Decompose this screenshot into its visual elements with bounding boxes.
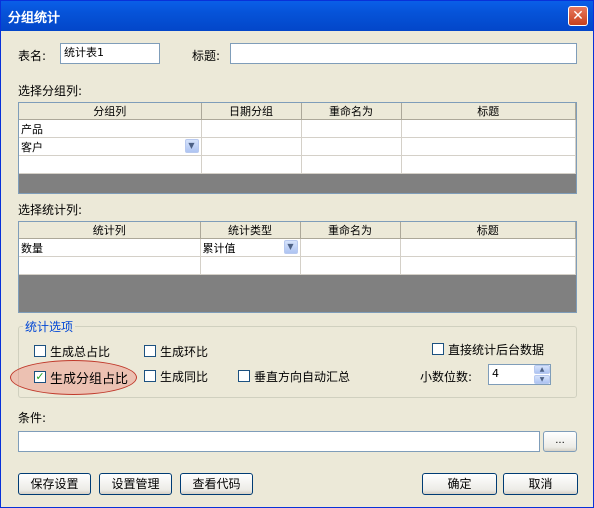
column-header[interactable]: 分组列 — [19, 103, 202, 120]
yoy-ratio-checkbox[interactable] — [144, 370, 156, 382]
grid-cell[interactable] — [400, 256, 576, 275]
column-header[interactable]: 标题 — [400, 222, 576, 239]
grid-cell[interactable]: 产品 — [19, 119, 202, 138]
condition-input[interactable] — [18, 431, 540, 452]
browse-button[interactable]: ... — [543, 431, 577, 452]
column-header[interactable]: 统计列 — [19, 222, 201, 239]
grid-cell[interactable] — [301, 137, 402, 156]
title-input[interactable] — [230, 43, 577, 64]
group-ratio-label[interactable]: 生成分组占比 — [50, 368, 128, 387]
grid-cell[interactable] — [201, 119, 302, 138]
vertical-summary-label[interactable]: 垂直方向自动汇总 — [254, 368, 350, 385]
column-header[interactable]: 日期分组 — [201, 103, 302, 120]
check-icon: ✓ — [35, 370, 45, 383]
window-title: 分组统计 — [8, 11, 61, 26]
grid-cell[interactable] — [200, 256, 301, 275]
grid-cell[interactable] — [401, 155, 576, 174]
group-stat-dialog: 分组统计 ✕ 表名: 统计表1 标题: 选择分组列: 分组列 日期分组 重命名为… — [0, 0, 594, 508]
grid-cell[interactable] — [301, 155, 402, 174]
spin-down-icon[interactable]: ▼ — [534, 375, 550, 384]
ok-button[interactable]: 确定 — [422, 473, 497, 495]
table-row[interactable]: 数量 累计值 ▼ — [19, 238, 576, 257]
ring-ratio-label[interactable]: 生成环比 — [160, 343, 208, 360]
grid-cell[interactable]: 客户 ▼ — [19, 137, 202, 156]
grid-cell[interactable] — [19, 155, 202, 174]
grid-cell[interactable] — [301, 119, 402, 138]
stat-grid: 统计列 统计类型 重命名为 标题 数量 累计值 ▼ — [18, 221, 577, 313]
title-bar[interactable]: 分组统计 ✕ — [1, 1, 593, 31]
column-header[interactable]: 重命名为 — [300, 222, 401, 239]
cell-value: 累计值 — [202, 241, 236, 255]
group-section-label: 选择分组列: — [18, 84, 83, 98]
ring-ratio-checkbox[interactable] — [144, 345, 156, 357]
total-ratio-label[interactable]: 生成总占比 — [50, 343, 110, 360]
chevron-down-icon[interactable]: ▼ — [283, 240, 298, 254]
table-row[interactable]: 客户 ▼ — [19, 137, 576, 156]
cell-value: 客户 — [21, 140, 43, 154]
title-label: 标题: — [192, 49, 221, 63]
grid-cell[interactable] — [401, 137, 576, 156]
grid-cell[interactable]: 累计值 ▼ — [200, 238, 301, 257]
direct-backend-checkbox[interactable] — [432, 343, 444, 355]
grid-cell[interactable]: 数量 — [19, 238, 201, 257]
spin-up-icon[interactable]: ▲ — [534, 365, 550, 374]
spin-buttons[interactable]: ▲ ▼ — [534, 365, 550, 384]
grid-cell[interactable] — [400, 238, 576, 257]
grid-cell[interactable] — [201, 137, 302, 156]
table-row[interactable] — [19, 155, 576, 174]
yoy-ratio-label[interactable]: 生成同比 — [160, 368, 208, 385]
column-header[interactable]: 重命名为 — [301, 103, 402, 120]
group-ratio-checkbox[interactable]: ✓ — [34, 371, 46, 383]
grid-cell[interactable] — [300, 238, 401, 257]
decimal-spinner[interactable]: 4 ▲ ▼ — [488, 364, 551, 385]
column-header[interactable]: 标题 — [401, 103, 576, 120]
close-icon: ✕ — [572, 8, 584, 24]
decimal-label: 小数位数: — [420, 370, 473, 384]
vertical-summary-checkbox[interactable] — [238, 370, 250, 382]
decimal-value: 4 — [492, 367, 499, 380]
direct-backend-label[interactable]: 直接统计后台数据 — [448, 341, 544, 358]
cancel-button[interactable]: 取消 — [503, 473, 578, 495]
group-grid: 分组列 日期分组 重命名为 标题 产品 客户 ▼ — [18, 102, 577, 194]
condition-label: 条件: — [18, 411, 47, 425]
total-ratio-checkbox[interactable] — [34, 345, 46, 357]
stat-section-label: 选择统计列: — [18, 203, 83, 217]
save-settings-button[interactable]: 保存设置 — [18, 473, 91, 495]
close-button[interactable]: ✕ — [568, 6, 588, 26]
grid-cell[interactable] — [401, 119, 576, 138]
table-row[interactable] — [19, 256, 576, 275]
stat-options-legend: 统计选项 — [23, 318, 76, 335]
column-header[interactable]: 统计类型 — [200, 222, 301, 239]
grid-cell[interactable] — [19, 256, 201, 275]
table-row[interactable]: 产品 — [19, 119, 576, 138]
manage-settings-button[interactable]: 设置管理 — [99, 473, 172, 495]
stat-grid-header: 统计列 统计类型 重命名为 标题 — [19, 222, 576, 239]
chevron-down-icon[interactable]: ▼ — [184, 139, 199, 153]
grid-cell[interactable] — [201, 155, 302, 174]
table-name-input[interactable]: 统计表1 — [60, 43, 160, 64]
view-code-button[interactable]: 查看代码 — [180, 473, 253, 495]
table-name-label: 表名: — [18, 49, 47, 63]
grid-cell[interactable] — [300, 256, 401, 275]
group-grid-header: 分组列 日期分组 重命名为 标题 — [19, 103, 576, 120]
